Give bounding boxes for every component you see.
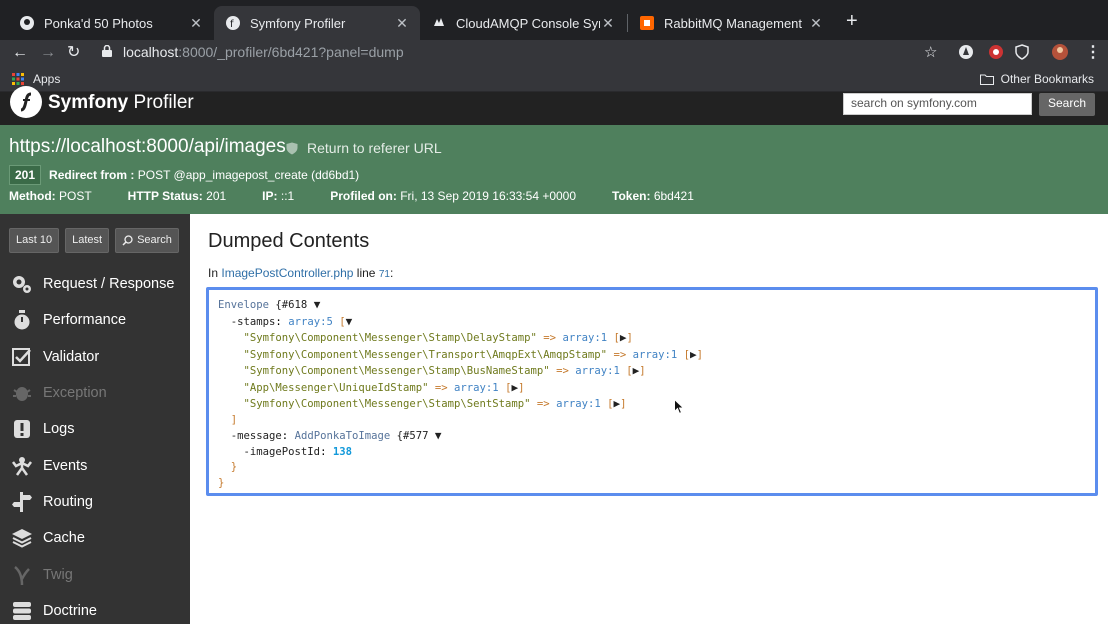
logs-icon xyxy=(11,419,33,439)
extension-icon[interactable] xyxy=(988,44,1004,60)
dump-output: Envelope {#618 ▼ -stamps: array:5 [▼ "Sy… xyxy=(206,287,1098,496)
forward-icon[interactable]: → xyxy=(40,43,56,63)
meta-token: Token: 6bd421 xyxy=(612,189,694,203)
bug-icon xyxy=(11,383,33,403)
sidebar-item-cache[interactable]: Cache xyxy=(0,520,190,556)
page-title: Dumped Contents xyxy=(208,230,370,252)
browser-toolbar: ← → ↻ localhost:8000/_profiler/6bd421?pa… xyxy=(0,40,1108,66)
close-icon[interactable]: ✕ xyxy=(188,15,204,32)
symfony-icon: f xyxy=(226,16,240,30)
checkbox-icon xyxy=(11,347,33,367)
meta-method: Method: POST xyxy=(9,189,92,203)
tab-label: Symfony Profiler xyxy=(250,15,346,31)
sidebar: Last 10 Latest Search Request / Response… xyxy=(0,214,190,624)
signpost-icon xyxy=(11,491,33,512)
close-icon[interactable]: ✕ xyxy=(600,15,616,32)
sidebar-item-routing[interactable]: Routing xyxy=(0,484,190,520)
expand-toggle-icon[interactable]: ▶ xyxy=(620,331,627,344)
twig-icon xyxy=(11,565,33,585)
rabbitmq-icon xyxy=(640,16,654,30)
sidebar-item-request-response[interactable]: Request / Response xyxy=(0,266,190,302)
gears-icon xyxy=(11,274,33,294)
tab-label: Ponka'd 50 Photos xyxy=(44,15,153,31)
meta-http-status: HTTP Status: 201 xyxy=(127,189,227,203)
expand-toggle-icon[interactable]: ▶ xyxy=(690,348,697,361)
sidebar-item-exception[interactable]: Exception xyxy=(0,375,190,411)
rabbit-icon xyxy=(432,16,446,30)
tab-label: CloudAMQP Console Symfony xyxy=(456,15,600,31)
tab-label: RabbitMQ Management xyxy=(664,15,803,31)
shield-icon xyxy=(286,142,298,154)
apps-grid-icon xyxy=(12,73,24,85)
line-link[interactable]: 71 xyxy=(379,269,390,280)
close-icon[interactable]: ✕ xyxy=(808,15,824,32)
collapse-toggle-icon[interactable]: ▼ xyxy=(346,315,353,328)
other-bookmarks-label: Other Bookmarks xyxy=(1000,72,1094,86)
return-link-label: Return to referer URL xyxy=(307,140,442,156)
status-row: 201 Redirect from : POST @app_imagepost_… xyxy=(9,165,359,185)
close-icon[interactable]: ✕ xyxy=(394,15,410,32)
sidebar-item-events[interactable]: Events xyxy=(0,447,190,483)
apps-bookmark[interactable]: Apps xyxy=(12,72,60,86)
status-badge: 201 xyxy=(9,165,42,185)
sidebar-search-button[interactable]: Search xyxy=(115,228,179,253)
mouse-cursor-icon xyxy=(674,399,684,415)
panel-menu: Request / Response Performance Validator… xyxy=(0,266,190,629)
symfony-logo-icon[interactable] xyxy=(10,86,42,118)
browser-tab-bar: Ponka'd 50 Photos ✕ f Symfony Profiler ✕… xyxy=(0,0,1108,40)
latest-button[interactable]: Latest xyxy=(65,228,110,253)
shield-icon[interactable] xyxy=(1014,44,1030,60)
sidebar-item-performance[interactable]: Performance xyxy=(0,302,190,338)
symfony-search-button[interactable]: Search xyxy=(1039,93,1095,116)
tab-symfony-profiler[interactable]: f Symfony Profiler ✕ xyxy=(214,6,420,40)
events-icon xyxy=(11,456,33,476)
profiler-header: Symfony Profiler search on symfony.com S… xyxy=(0,86,1108,125)
request-meta: Method: POST HTTP Status: 201 IP: ::1 Pr… xyxy=(9,189,730,203)
last-10-button[interactable]: Last 10 xyxy=(9,228,60,253)
bookmark-star-icon[interactable]: ☆ xyxy=(924,43,937,63)
menu-icon[interactable]: ⋮ xyxy=(1085,43,1101,63)
collapse-toggle-icon[interactable]: ▼ xyxy=(435,429,442,442)
request-summary: https://localhost:8000/api/images Return… xyxy=(0,125,1108,214)
lock-icon xyxy=(102,45,112,57)
redirect-label: Redirect from : xyxy=(49,168,135,182)
meta-ip: IP: ::1 xyxy=(262,189,295,203)
back-icon[interactable]: ← xyxy=(12,43,28,63)
dump-source-line: In ImagePostController.php line 71: xyxy=(208,266,394,280)
bookmarks-bar: Apps Other Bookmarks xyxy=(0,66,1108,92)
github-icon xyxy=(20,16,34,30)
tab-cloudamqp[interactable]: CloudAMQP Console Symfony ✕ xyxy=(420,6,626,40)
stopwatch-icon xyxy=(11,310,33,330)
tab-ponka-photos[interactable]: Ponka'd 50 Photos ✕ xyxy=(8,6,214,40)
avatar[interactable] xyxy=(1052,44,1068,60)
url-text: localhost:8000/_profiler/6bd421?panel=du… xyxy=(123,44,404,60)
folder-icon xyxy=(979,74,994,85)
layers-icon xyxy=(11,528,33,548)
collapse-toggle-icon[interactable]: ▼ xyxy=(314,298,321,311)
database-icon xyxy=(11,601,33,621)
extension-icon[interactable] xyxy=(958,44,974,60)
new-tab-button[interactable]: + xyxy=(846,11,858,31)
redirect-value[interactable]: POST @app_imagepost_create (dd6bd1) xyxy=(138,168,359,182)
file-link[interactable]: ImagePostController.php xyxy=(221,266,353,280)
apps-label: Apps xyxy=(33,72,61,86)
address-bar[interactable]: localhost:8000/_profiler/6bd421?panel=du… xyxy=(96,40,951,64)
profiler-title: Symfony Profiler xyxy=(48,92,194,113)
sidebar-item-twig[interactable]: Twig xyxy=(0,556,190,592)
search-icon xyxy=(122,235,133,246)
sidebar-item-validator[interactable]: Validator xyxy=(0,339,190,375)
return-to-referer-link[interactable]: Return to referer URL xyxy=(286,140,442,156)
other-bookmarks[interactable]: Other Bookmarks xyxy=(979,72,1094,86)
svg-text:f: f xyxy=(230,19,234,30)
dump-class: Envelope xyxy=(218,299,270,311)
meta-profiled-on: Profiled on: Fri, 13 Sep 2019 16:33:54 +… xyxy=(330,189,577,203)
tab-rabbitmq[interactable]: RabbitMQ Management ✕ xyxy=(628,6,834,40)
sidebar-item-logs[interactable]: Logs xyxy=(0,411,190,447)
symfony-search-input[interactable]: search on symfony.com xyxy=(843,93,1032,115)
reload-icon[interactable]: ↻ xyxy=(67,43,80,63)
request-url[interactable]: https://localhost:8000/api/images xyxy=(9,136,286,158)
main-panel: Dumped Contents In ImagePostController.p… xyxy=(190,214,1108,624)
